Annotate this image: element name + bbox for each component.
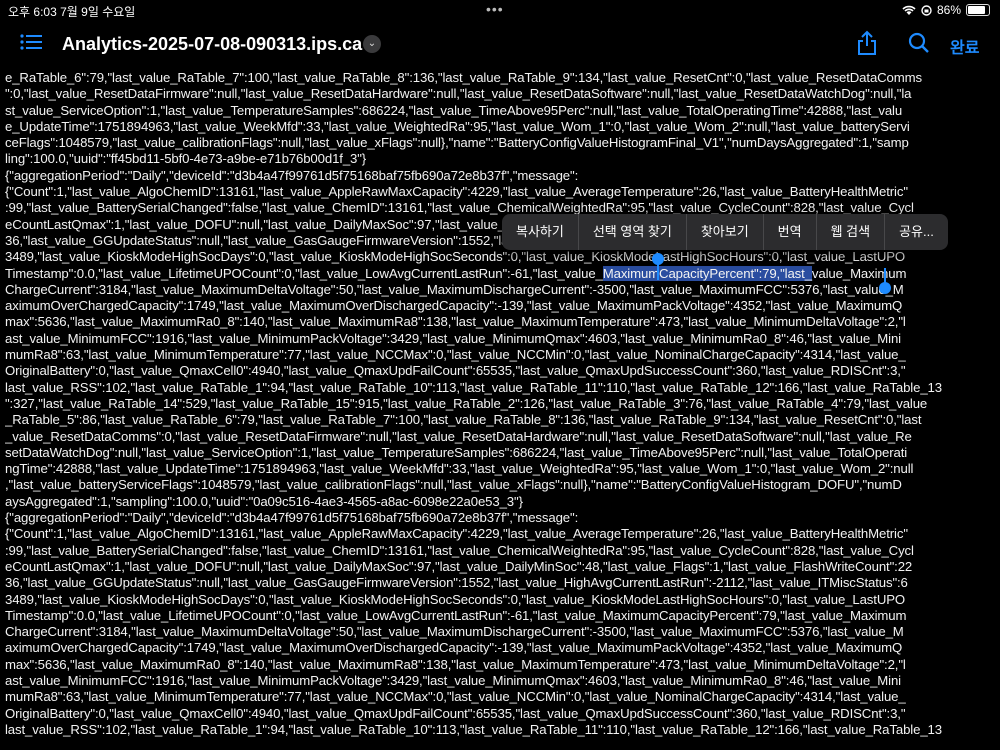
menu-item-share[interactable]: 공유... bbox=[885, 214, 948, 250]
text-segment: value_Maximum bbox=[811, 265, 907, 281]
text-line: ChargeCurrent":3184,"last_value_MaximumD… bbox=[5, 624, 904, 640]
text-line: max":5636,"last_value_MaximumRa0_8":140,… bbox=[5, 314, 906, 330]
text-line: e_UpdateTime":1751894963,"last_value_Wee… bbox=[5, 118, 910, 134]
status-time: 오후 6:03 7월 9일 수요일 bbox=[8, 5, 136, 19]
chevron-down-icon[interactable]: ⌄ bbox=[363, 35, 381, 53]
battery-icon bbox=[966, 4, 990, 16]
search-icon[interactable] bbox=[908, 32, 930, 54]
text-line: max":5636,"last_value_MaximumRa0_8":140,… bbox=[5, 656, 906, 672]
menu-item-translate[interactable]: 번역 bbox=[764, 214, 817, 250]
menu-item-find-selection[interactable]: 선택 영역 찾기 bbox=[579, 214, 687, 250]
menu-item-look-up[interactable]: 찾아보기 bbox=[687, 214, 764, 250]
text-line: 3489,"last_value_KioskModeHighSocDays":0… bbox=[5, 591, 906, 607]
text-line: {"Count":1,"last_value_AlgoChemID":13161… bbox=[5, 526, 908, 542]
text-line: :99,"last_value_BatterySerialChanged":fa… bbox=[5, 542, 914, 558]
text-segment: Timestamp":0.0,"last_value_LifetimeUPOCo… bbox=[5, 265, 603, 281]
text-line: ":327,"last_value_RaTable_14":529,"last_… bbox=[5, 395, 928, 411]
menu-item-web-search[interactable]: 웹 검색 bbox=[817, 214, 886, 250]
text-line: ast_value_MinimumFCC":1916,"last_value_M… bbox=[5, 330, 901, 346]
text-line: last_value_RSS":102,"last_value_RaTable_… bbox=[5, 379, 942, 395]
text-line: {"aggregationPeriod":"Daily","deviceId":… bbox=[5, 510, 579, 526]
text-line: _value_ResetDataComms":0,"last_value_Res… bbox=[5, 428, 912, 444]
text-line: aysAggregated":1,"sampling":100.0,"uuid"… bbox=[5, 493, 523, 509]
text-line: ceFlags":1048579,"last_value_calibration… bbox=[5, 135, 909, 151]
selection-start-handle[interactable] bbox=[652, 253, 664, 265]
text-line: st_value_ServiceOption":1,"last_value_Te… bbox=[5, 102, 903, 118]
text-line: aximumOverChargedCapacity":1749,"last_va… bbox=[5, 298, 903, 314]
orientation-lock-icon bbox=[921, 4, 932, 16]
text-line: setDataWatchDog":null,"last_value_Servic… bbox=[5, 444, 908, 460]
document-title[interactable]: Analytics-2025-07-08-090313.ips.ca bbox=[62, 34, 362, 55]
text-line: 3489,"last_value_KioskModeHighSocDays":0… bbox=[5, 249, 906, 265]
text-line: ":0,"last_value_ResetDataFirmware":null,… bbox=[5, 86, 912, 102]
text-line: _RaTable_5":86,"last_value_RaTable_6":79… bbox=[5, 412, 922, 428]
text-line: mumRa8":63,"last_value_MinimumTemperatur… bbox=[5, 347, 906, 363]
text-line: {"Count":1,"last_value_AlgoChemID":13161… bbox=[5, 184, 908, 200]
selection-end-handle[interactable] bbox=[879, 282, 891, 294]
text-line: Timestamp":0.0,"last_value_LifetimeUPOCo… bbox=[5, 607, 907, 623]
text-line: last_value_RSS":102,"last_value_RaTable_… bbox=[5, 721, 942, 737]
multitasking-dots[interactable]: ••• bbox=[486, 1, 504, 17]
text-line: {"aggregationPeriod":"Daily","deviceId":… bbox=[5, 167, 579, 183]
status-right: 86% bbox=[902, 3, 990, 17]
text-line: e_RaTable_6":79,"last_value_RaTable_7":1… bbox=[5, 70, 922, 85]
context-menu: 복사하기 선택 영역 찾기 찾아보기 번역 웹 검색 공유... bbox=[502, 214, 948, 250]
text-line: 36,"last_value_GGUpdateStatus":null,"las… bbox=[5, 575, 908, 591]
text-line: mumRa8":63,"last_value_MinimumTemperatur… bbox=[5, 689, 906, 705]
text-line: aximumOverChargedCapacity":1749,"last_va… bbox=[5, 640, 903, 656]
menu-item-copy[interactable]: 복사하기 bbox=[502, 214, 579, 250]
text-line: Timestamp":0.0,"last_value_LifetimeUPOCo… bbox=[5, 265, 995, 282]
done-button[interactable]: 완료 bbox=[950, 34, 979, 58]
text-line: eCountLastQmax":1,"last_value_DOFU":null… bbox=[5, 558, 913, 574]
list-icon[interactable] bbox=[20, 33, 42, 51]
text-line: ,"last_value_batteryServiceFlags":104857… bbox=[5, 477, 902, 493]
document-text-view[interactable]: e_RaTable_6":79,"last_value_RaTable_7":1… bbox=[5, 70, 995, 750]
text-line: ling":100.0,"uuid":"ff45bd11-5bf0-4e73-a… bbox=[5, 151, 367, 167]
text-line: ChargeCurrent":3184,"last_value_MaximumD… bbox=[5, 281, 904, 297]
text-line: ngTime":42888,"last_value_UpdateTime":17… bbox=[5, 461, 914, 477]
battery-percent: 86% bbox=[936, 3, 961, 17]
selected-text[interactable]: MaximumCapacityPercent":79,"last_ bbox=[602, 265, 812, 281]
text-line: OriginalBattery":0,"last_value_QmaxCell0… bbox=[5, 705, 906, 721]
wifi-icon bbox=[902, 5, 916, 15]
text-line: OriginalBattery":0,"last_value_QmaxCell0… bbox=[5, 363, 906, 379]
share-icon[interactable] bbox=[857, 30, 877, 56]
status-bar: 오후 6:03 7월 9일 수요일 ••• 86% bbox=[0, 0, 1000, 20]
text-line: ast_value_MinimumFCC":1916,"last_value_M… bbox=[5, 672, 901, 688]
